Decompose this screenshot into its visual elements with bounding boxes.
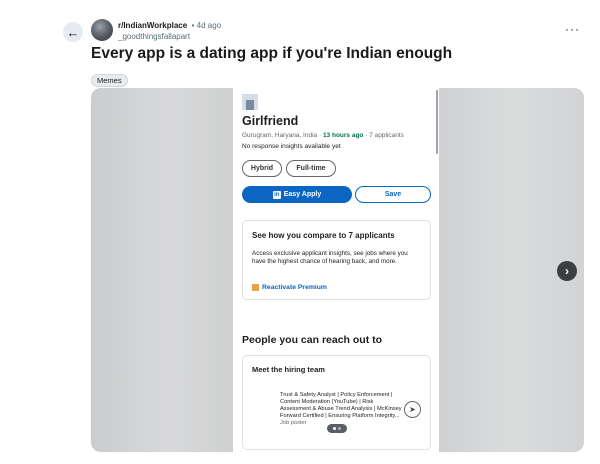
job-location: Gurugram, Haryana, India · (242, 132, 323, 139)
reactivate-premium-link: Reactivate Premium (252, 284, 327, 291)
post-meta: r/IndianWorkplace • 4d ago _goodthingsfa… (118, 18, 221, 42)
arrow-left-icon: ← (66, 24, 80, 40)
job-poster-info: Trust & Safety Analyst | Policy Enforcem… (280, 392, 404, 427)
job-post-screenshot: Girlfriend Gurugram, Haryana, India · 13… (233, 88, 439, 452)
compare-heading: See how you compare to 7 applicants (252, 231, 395, 240)
compare-card: See how you compare to 7 applicants Acce… (242, 220, 431, 300)
post-author[interactable]: _goodthingsfallapart (118, 31, 221, 42)
screenshot-scrollbar (436, 90, 438, 154)
pill-full-time: Full-time (286, 160, 336, 177)
subreddit-name[interactable]: r/IndianWorkplace (118, 21, 187, 30)
job-applicants: · 7 applicants (363, 132, 404, 139)
hiring-team-heading: Meet the hiring team (252, 365, 325, 374)
media-gallery[interactable]: Girlfriend Gurugram, Haryana, India · 13… (91, 88, 584, 452)
job-location-line: Gurugram, Haryana, India · 13 hours ago … (242, 132, 404, 139)
hiring-team-card: Meet the hiring team Trust & Safety Anal… (242, 355, 431, 450)
post-time: • 4d ago (191, 21, 222, 30)
subreddit-avatar[interactable] (91, 19, 113, 41)
job-title: Girlfriend (242, 114, 299, 128)
send-message-icon: ➤ (404, 401, 421, 418)
company-logo (242, 94, 258, 110)
pager-dot (338, 427, 341, 430)
job-poster-headline: Trust & Safety Analyst | Policy Enforcem… (280, 392, 402, 419)
linkedin-icon: in (272, 190, 281, 199)
carousel-pager (327, 424, 347, 433)
media-blur-left (91, 88, 233, 452)
compare-body: Access exclusive applicant insights, see… (252, 250, 408, 265)
job-insight-note: No response insights available yet (242, 143, 341, 150)
easy-apply-button: in Easy Apply (242, 186, 352, 203)
carousel-next-button[interactable]: › (557, 261, 577, 281)
chevron-right-icon: › (565, 264, 569, 278)
pager-dot-active (333, 427, 336, 430)
save-button: Save (355, 186, 431, 203)
premium-icon (252, 284, 259, 291)
post-title[interactable]: Every app is a dating app if you're Indi… (91, 45, 452, 63)
premium-label: Reactivate Premium (262, 284, 327, 291)
back-button[interactable]: ← (63, 22, 83, 42)
more-options-button[interactable]: ··· (565, 22, 580, 36)
easy-apply-label: Easy Apply (283, 191, 322, 198)
job-posted-time: 13 hours ago (322, 132, 364, 139)
pill-hybrid: Hybrid (242, 160, 282, 177)
post-flair[interactable]: Memes (91, 74, 128, 87)
reach-out-title: People you can reach out to (242, 334, 383, 346)
